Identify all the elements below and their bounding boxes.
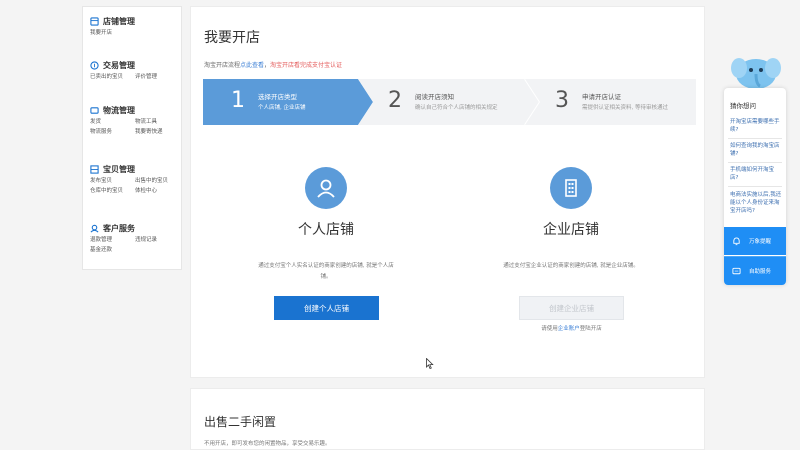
page-title: 我要开店	[204, 30, 260, 46]
step-number: 2	[388, 88, 402, 113]
personal-store-card: 个人店铺 通过支付宝个人实名认证的商家创建的店铺, 就是个人店铺。	[236, 167, 416, 283]
step-title: 申请开店认证	[582, 93, 621, 101]
sidebar-link-send-express[interactable]: 我要寄快递	[135, 129, 180, 136]
sidebar-section-store: 店铺管理 我要开店	[90, 15, 180, 37]
sidebar-section-title: 物流管理	[103, 105, 135, 115]
building-icon	[550, 167, 592, 209]
note-link-view[interactable]: 点此查看	[240, 62, 264, 69]
assistant-question[interactable]: 电商法实施以后,我还能以个人身份证来淘宝开店吗?	[730, 191, 782, 215]
sidebar-link-sold-items[interactable]: 已卖出的宝贝	[90, 74, 135, 81]
note-prefix: 淘宝开店流程	[204, 62, 241, 69]
step-subtitle: 个人店铺, 企业店铺	[258, 105, 306, 111]
sell-secondhand-panel: 出售二手闲置 不用开店，即可发布您的闲置物品，享受交易乐趣。	[190, 388, 705, 450]
hint-prefix: 请使用	[541, 326, 558, 332]
sidebar-link-open-store[interactable]: 我要开店	[90, 30, 135, 37]
open-store-note: 淘宝开店流程点此查看，淘宝开店看完成支付宝认证	[204, 60, 342, 69]
sidebar-link-publish-item[interactable]: 发布宝贝	[90, 178, 135, 185]
enterprise-store-title: 企业店铺	[543, 222, 599, 238]
left-sidebar: 店铺管理 我要开店 交易管理 已卖出的宝贝 评价管理 物流管理 发货 物流工具 …	[82, 6, 182, 270]
assistant-question[interactable]: 手机端如何开淘宝店?	[730, 166, 782, 182]
sidebar-section-title: 客户服务	[103, 223, 135, 233]
step-number: 3	[555, 88, 569, 113]
personal-store-desc: 通过支付宝个人实名认证的商家创建的店铺, 就是个人店铺。	[258, 263, 394, 280]
sidebar-link-reviews[interactable]: 评价管理	[135, 74, 180, 81]
divider	[728, 162, 782, 163]
assistant-question[interactable]: 开淘宝店需要哪些手续?	[730, 118, 782, 134]
page-scrollbar[interactable]	[790, 0, 800, 450]
elephant-mascot-icon[interactable]	[730, 50, 782, 90]
mouse-cursor-icon	[426, 358, 434, 369]
sidebar-section-title: 店铺管理	[103, 16, 135, 26]
customer-service-icon	[90, 224, 99, 232]
truck-icon	[90, 106, 99, 114]
create-enterprise-store-button[interactable]: 创建企业店铺	[519, 296, 624, 320]
divider	[728, 186, 782, 187]
sidebar-section-logistics: 物流管理 发货 物流工具 物流服务 我要寄快递	[90, 104, 180, 136]
step-subtitle: 确认自己符合个人店铺的相关规定	[415, 105, 498, 111]
sidebar-link-violations[interactable]: 违规记录	[135, 237, 180, 244]
open-store-panel: 我要开店 淘宝开店流程点此查看，淘宝开店看完成支付宝认证 1 选择开店类型 个人…	[190, 6, 705, 378]
step-2-background	[358, 79, 540, 125]
sidebar-link-logistics-tools[interactable]: 物流工具	[135, 119, 180, 126]
assistant-panel: 猜你想问 开淘宝店需要哪些手续? 如何查询我的淘宝店铺? 手机端如何开淘宝店? …	[724, 88, 786, 285]
sidebar-section-items: 宝贝管理 发布宝贝 出售中的宝贝 仓库中的宝贝 体检中心	[90, 163, 180, 195]
step-2: 2 阅读开店须知 确认自己符合个人店铺的相关规定	[358, 79, 540, 125]
sidebar-link-health-check[interactable]: 体检中心	[135, 188, 180, 195]
step-progress: 1 选择开店类型 个人店铺, 企业店铺 2 阅读开店须知 确认自己符合个人店铺的…	[203, 79, 696, 125]
step-3-background	[525, 79, 696, 125]
self-service-label: 自助服务	[749, 269, 772, 275]
sidebar-section-title: 宝贝管理	[103, 164, 135, 174]
note-link-alipay-auth[interactable]: 淘宝开店看完成支付宝认证	[270, 62, 342, 69]
assistant-title: 猜你想问	[730, 102, 756, 110]
trade-icon	[90, 60, 99, 70]
chat-icon	[732, 267, 741, 274]
reminder-label: 万象提醒	[749, 239, 772, 245]
create-personal-store-button[interactable]: 创建个人店铺	[274, 296, 379, 320]
enterprise-store-desc: 通过支付宝企业认证的商家创建的店铺, 就是企业店铺。	[503, 263, 639, 269]
self-service-button[interactable]: 自助服务	[724, 256, 786, 285]
store-icon	[90, 16, 99, 26]
sidebar-section-customer: 客户服务 退款管理 违规记录 基金还款	[90, 222, 180, 254]
step-1: 1 选择开店类型 个人店铺, 企业店铺	[203, 79, 373, 125]
assistant-question[interactable]: 如何查询我的淘宝店铺?	[730, 142, 782, 158]
sidebar-link-logistics-service[interactable]: 物流服务	[90, 129, 135, 136]
step-number: 1	[231, 88, 245, 113]
step-subtitle: 需提供认证相关资料, 等待审核通过	[582, 105, 668, 111]
sell-secondhand-desc: 不用开店，即可发布您的闲置物品，享受交易乐趣。	[204, 441, 331, 447]
sidebar-link-refunds[interactable]: 退款管理	[90, 237, 135, 244]
sidebar-section-trade: 交易管理 已卖出的宝贝 评价管理	[90, 59, 180, 81]
sidebar-link-fund-repay[interactable]: 基金还款	[90, 247, 135, 254]
hint-suffix: 登陆开店	[579, 326, 602, 332]
box-icon	[90, 164, 99, 174]
sidebar-section-title: 交易管理	[103, 60, 135, 70]
divider	[728, 138, 782, 139]
person-icon	[305, 167, 347, 209]
step-3: 3 申请开店认证 需提供认证相关资料, 等待审核通过	[525, 79, 696, 125]
sidebar-link-items-in-warehouse[interactable]: 仓库中的宝贝	[90, 188, 135, 195]
sidebar-link-items-on-sale[interactable]: 出售中的宝贝	[135, 178, 180, 185]
reminder-button[interactable]: 万象提醒	[724, 227, 786, 255]
step-title: 阅读开店须知	[415, 93, 454, 101]
step-title: 选择开店类型	[258, 93, 297, 101]
enterprise-login-hint: 请使用企业账户登陆开店	[519, 324, 624, 332]
sidebar-link-ship[interactable]: 发货	[90, 119, 135, 126]
enterprise-store-card: 企业店铺 通过支付宝企业认证的商家创建的店铺, 就是企业店铺。	[481, 167, 661, 272]
bell-icon	[733, 236, 740, 245]
sell-secondhand-title: 出售二手闲置	[204, 415, 277, 429]
personal-store-title: 个人店铺	[298, 222, 354, 238]
step-1-background	[203, 79, 373, 125]
enterprise-account-link[interactable]: 企业账户	[558, 326, 580, 332]
